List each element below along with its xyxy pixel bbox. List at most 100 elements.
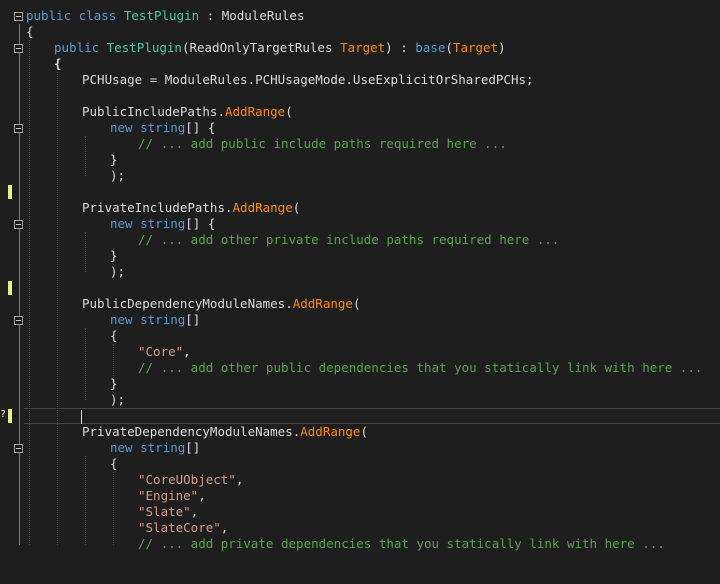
code-line[interactable]: new string[] { [0, 120, 720, 136]
code-line[interactable]: "Engine", [0, 488, 720, 504]
code-line[interactable]: PCHUsage = ModuleRules.PCHUsageMode.UseE… [0, 72, 720, 88]
code-text: [] [185, 440, 201, 455]
code-line[interactable]: { [0, 328, 720, 344]
code-line[interactable] [0, 280, 720, 296]
code-line[interactable]: PrivateDependencyModuleNames.AddRange( [0, 424, 720, 440]
text-caret [81, 409, 82, 424]
code-text: ); [110, 264, 126, 279]
code-line[interactable]: } [0, 248, 720, 264]
method-name: TestPlugin [106, 40, 182, 55]
change-marker [8, 185, 12, 199]
code-text: PublicDependencyModuleNames. [82, 296, 293, 311]
code-text: ModuleRules [221, 8, 305, 23]
code-line[interactable]: "SlateCore", [0, 520, 720, 536]
code-line[interactable]: } [0, 376, 720, 392]
string-literal: "Core" [138, 344, 184, 359]
code-text: PrivateDependencyModuleNames. [82, 424, 301, 439]
code-line[interactable]: "Core", [0, 344, 720, 360]
code-line[interactable]: "Slate", [0, 504, 720, 520]
code-line[interactable]: ); [0, 392, 720, 408]
code-text: , [235, 472, 244, 487]
parameter: Target [340, 40, 386, 55]
current-line-gutter: ? [0, 408, 24, 424]
keyword: new [110, 216, 133, 231]
keyword: new [110, 312, 133, 327]
method-name: AddRange [292, 296, 353, 311]
code-text: { [54, 56, 62, 71]
code-text: PrivateIncludePaths. [82, 200, 233, 215]
code-text: [] [185, 312, 201, 327]
collapse-icon[interactable] [14, 316, 23, 325]
string-literal: "Engine" [138, 488, 199, 503]
keyword: string [140, 312, 186, 327]
parameter: Target [452, 40, 499, 55]
method-name: AddRange [300, 424, 361, 439]
code-line[interactable]: new string[] { [0, 216, 720, 232]
code-text: , [190, 504, 199, 519]
collapse-icon[interactable] [14, 220, 23, 229]
string-literal: "SlateCore" [138, 520, 221, 535]
code-line[interactable]: new string[] [0, 440, 720, 456]
code-line[interactable]: // ... add other public dependencies tha… [0, 360, 720, 376]
comment: // ... add private dependencies that you… [138, 536, 665, 551]
class-name: TestPlugin [123, 8, 200, 23]
code-text: ( [360, 424, 368, 439]
keyword: string [140, 120, 186, 135]
code-text: { [26, 24, 34, 39]
keyword: new [110, 440, 133, 455]
keyword: base [415, 40, 446, 55]
code-line[interactable]: new string[] [0, 312, 720, 328]
code-text: ( [292, 200, 301, 215]
string-literal: "CoreUObject" [138, 472, 236, 487]
code-line[interactable]: // ... add public include paths required… [0, 136, 720, 152]
code-line[interactable]: // ... add other private include paths r… [0, 232, 720, 248]
code-text: { [110, 328, 118, 343]
code-text: , [198, 488, 206, 503]
keyword: string [140, 440, 186, 455]
code-text: ( [352, 296, 361, 311]
comment: // ... add public include paths required… [138, 136, 507, 151]
code-line[interactable]: } [0, 152, 720, 168]
collapse-icon[interactable] [14, 444, 23, 453]
code-text: } [110, 376, 118, 391]
code-line[interactable]: { [0, 56, 720, 72]
comment: // ... add other public dependencies tha… [138, 360, 703, 375]
code-text: , [183, 344, 191, 359]
collapse-icon[interactable] [14, 124, 23, 133]
code-text: ); [110, 392, 126, 407]
quick-action-icon[interactable]: ? [0, 409, 6, 420]
code-text: , [220, 520, 229, 535]
code-line[interactable]: PublicDependencyModuleNames.AddRange( [0, 296, 720, 312]
code-line[interactable]: PrivateIncludePaths.AddRange( [0, 200, 720, 216]
code-line[interactable]: "CoreUObject", [0, 472, 720, 488]
code-line[interactable]: public TestPlugin (ReadOnlyTargetRules Ta… [0, 40, 720, 56]
code-text: [] { [185, 216, 216, 231]
code-line[interactable] [0, 184, 720, 200]
code-text: PublicIncludePaths. [82, 104, 225, 119]
code-line[interactable]: // ... add private dependencies that you… [0, 536, 720, 552]
code-text: PCHUsage = ModuleRules.PCHUsageMode.UseE… [82, 72, 534, 87]
code-text: ) : [385, 40, 416, 55]
code-line[interactable]: { [0, 24, 720, 40]
change-marker [8, 281, 12, 295]
code-line[interactable]: PublicIncludePaths.AddRange( [0, 104, 720, 120]
code-editor[interactable]: public class TestPlugin : ModuleRules { … [0, 0, 720, 551]
current-line[interactable] [24, 408, 720, 424]
code-text: { [110, 456, 118, 471]
code-text: } [110, 152, 118, 167]
code-text: ) [498, 40, 506, 55]
method-name: AddRange [232, 200, 293, 215]
collapse-icon[interactable] [14, 12, 23, 21]
code-text: ); [110, 168, 126, 183]
code-line[interactable]: ); [0, 264, 720, 280]
code-line[interactable]: { [0, 456, 720, 472]
keyword: new [110, 120, 133, 135]
code-text: [] { [185, 120, 216, 135]
comment: // ... add other private include paths r… [138, 232, 560, 247]
string-literal: "Slate" [138, 504, 191, 519]
code-line[interactable]: ); [0, 168, 720, 184]
code-line[interactable]: public class TestPlugin : ModuleRules [0, 8, 720, 24]
change-marker [8, 409, 12, 423]
collapse-icon[interactable] [14, 44, 23, 53]
keyword: string [140, 216, 186, 231]
